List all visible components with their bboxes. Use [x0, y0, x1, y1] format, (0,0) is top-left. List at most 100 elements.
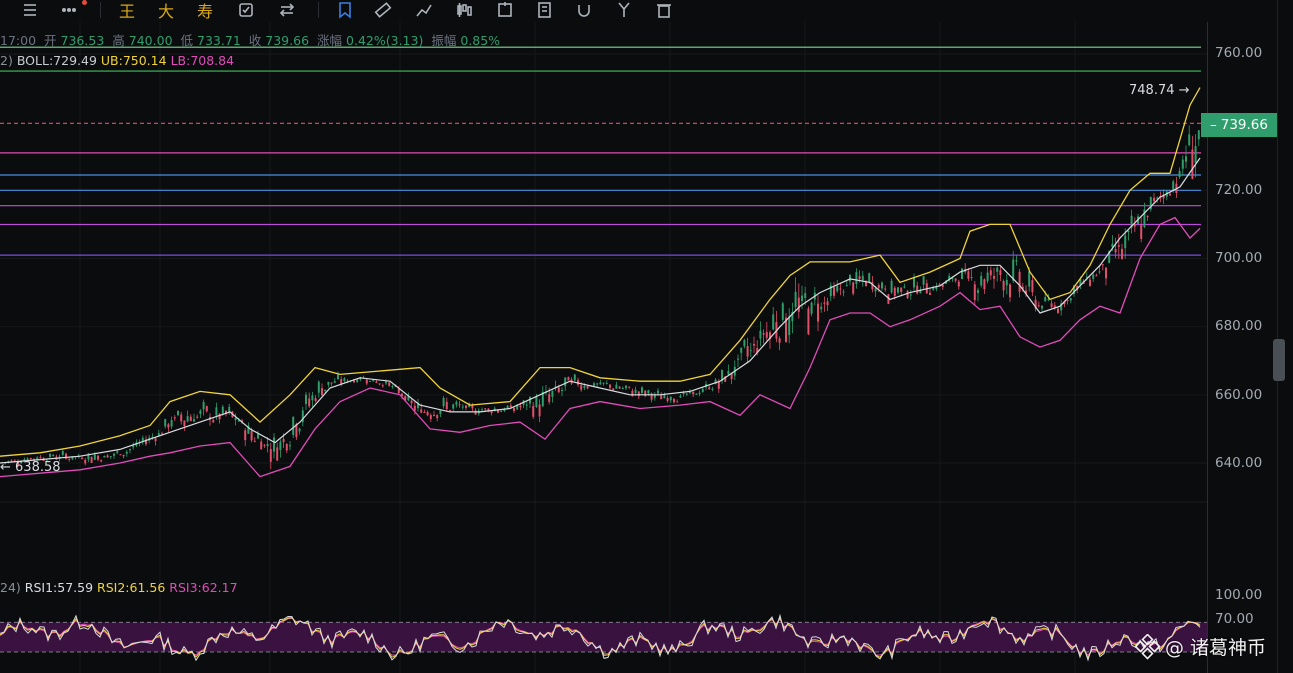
candle-body [106, 455, 109, 458]
candle-body [279, 441, 282, 451]
scroll-handle[interactable] [1273, 339, 1285, 381]
candle-body [228, 406, 231, 412]
candle-body [977, 290, 979, 293]
candle-body [996, 267, 999, 272]
candle-body [189, 416, 192, 422]
candle-body [84, 460, 87, 464]
candle-body [701, 388, 704, 393]
rsi-legend: 24) RSI1:57.59 RSI2:61.56 RSI3:62.17 [0, 580, 238, 595]
low-label: 低 [180, 33, 194, 48]
candle-body [874, 288, 877, 292]
candle-body [49, 454, 51, 457]
candlestick-chart[interactable] [0, 0, 1207, 673]
candle-body [980, 275, 983, 286]
candle-body [93, 454, 96, 460]
candle-body [436, 414, 439, 419]
candle-body [1002, 281, 1005, 291]
candle-body [737, 358, 739, 360]
rsi-prefix: 24) [0, 580, 21, 595]
candle-body [698, 392, 701, 395]
candle-body [180, 414, 183, 422]
candle-body [858, 276, 861, 280]
candle-body [682, 392, 685, 395]
candle-body [321, 388, 323, 396]
candle-body [282, 438, 285, 443]
candle-body [983, 279, 986, 290]
candle-body [849, 274, 851, 282]
change-label: 涨幅 [317, 33, 343, 48]
y-tick-label: 660.00 [1215, 387, 1263, 403]
candle-body [679, 395, 682, 398]
candle-body [513, 407, 515, 412]
candle-body [877, 285, 880, 288]
candle-body [1153, 197, 1155, 202]
candle-body [903, 286, 906, 288]
candle-body [52, 455, 55, 457]
right-scrollbar[interactable] [1277, 0, 1293, 673]
candle-body [429, 415, 432, 420]
candle-body [97, 455, 99, 460]
candle-body [369, 380, 371, 382]
current-price-value: 739.66 [1220, 117, 1268, 133]
candle-body [1018, 271, 1021, 292]
candle-body [68, 458, 71, 460]
candle-body [941, 284, 944, 287]
candle-body [81, 457, 83, 459]
candle-body [599, 382, 602, 385]
candle-body [865, 281, 867, 286]
candle-body [794, 291, 797, 308]
candle-body [916, 285, 919, 294]
candle-body [913, 277, 915, 288]
candle-body [129, 449, 131, 451]
candle-body [663, 394, 666, 399]
candle-body [1188, 134, 1191, 146]
candle-body [929, 292, 931, 295]
candle-body [199, 410, 202, 414]
candle-body [1005, 279, 1008, 286]
open-value: 736.53 [60, 33, 105, 48]
candle-body [308, 398, 311, 407]
candle-body [868, 273, 871, 282]
candle-body [781, 303, 784, 320]
candle-body [1041, 305, 1043, 309]
candle-body [455, 401, 458, 405]
candle-body [490, 411, 493, 414]
candle-body [772, 314, 775, 330]
watermark: @ 诸葛神币 [1135, 633, 1266, 660]
boll-ub-value: UB:750.14 [100, 53, 167, 68]
candle-body [842, 291, 845, 293]
candle-body [500, 411, 503, 413]
close-value: 739.66 [265, 33, 310, 48]
candle-body [810, 302, 813, 314]
candle-body [183, 420, 186, 427]
candle-body [628, 386, 631, 388]
candle-body [1050, 303, 1053, 308]
candle-body [711, 388, 714, 390]
candle-body [103, 455, 106, 458]
candle-body [273, 437, 275, 452]
candle-body [125, 451, 128, 454]
candle-body [573, 374, 576, 381]
candle-body [100, 460, 103, 462]
candle-body [762, 333, 765, 335]
candle-body [548, 394, 551, 403]
candle-body [743, 340, 746, 347]
candle-body [1037, 305, 1040, 307]
candle-body [1009, 284, 1011, 298]
rsi3-value: RSI3:62.17 [169, 580, 238, 595]
candle-body [154, 438, 157, 442]
candle-body [1191, 149, 1194, 179]
candle-body [1101, 264, 1104, 266]
low-value: 733.71 [197, 33, 241, 48]
candle-body [298, 428, 301, 432]
boll-prefix: 2) [0, 53, 13, 68]
boll-mid-value: BOLL:729.49 [16, 53, 97, 68]
candle-body [132, 445, 135, 448]
candle-body [330, 382, 333, 384]
candle-body [410, 400, 413, 404]
candle-body [986, 272, 989, 281]
candle-body [852, 282, 855, 294]
candle-body [385, 381, 387, 384]
candle-body [845, 285, 848, 287]
rsi-panel [0, 613, 1207, 662]
